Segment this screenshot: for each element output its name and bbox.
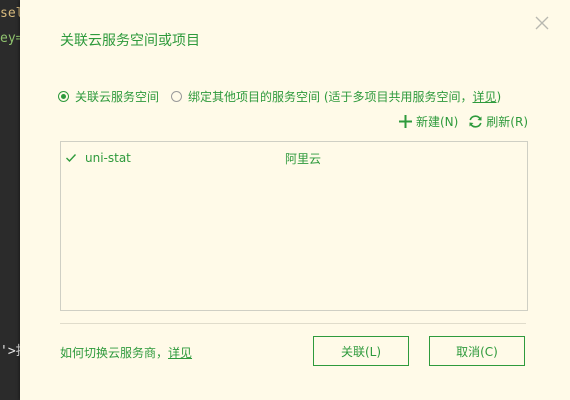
help-text-label: 如何切换云服务商， — [60, 346, 169, 360]
radio-label-suffix: ) — [496, 90, 502, 104]
code-line: sel — [0, 6, 20, 21]
radio-label: 绑定其他项目的服务空间 (适于多项目共用服务空间，详见) — [188, 88, 501, 105]
code-line: ey= — [0, 31, 20, 46]
divider — [60, 323, 526, 324]
help-text: 如何切换云服务商，详见 — [60, 344, 192, 361]
radio-option-bind-other-project[interactable]: 绑定其他项目的服务空间 (适于多项目共用服务空间，详见) — [171, 88, 501, 105]
dialog-title: 关联云服务空间或项目 — [60, 33, 200, 49]
new-button[interactable]: 新建(N) — [398, 113, 458, 130]
space-type-radio-group: 关联云服务空间 绑定其他项目的服务空间 (适于多项目共用服务空间，详见) — [58, 88, 501, 105]
new-button-label: 新建(N) — [415, 115, 459, 129]
refresh-button[interactable]: 刷新(R) — [468, 113, 528, 130]
list-toolbar: 新建(N) 刷新(R) — [398, 113, 528, 130]
check-icon — [65, 152, 77, 167]
cancel-button[interactable]: 取消(C) — [429, 336, 525, 366]
radio-button[interactable] — [171, 91, 183, 102]
refresh-button-label: 刷新(R) — [486, 115, 528, 129]
space-provider: 阿里云 — [285, 151, 322, 166]
refresh-icon — [468, 114, 483, 129]
space-name: uni-stat — [85, 151, 131, 165]
details-link[interactable]: 详见 — [473, 90, 497, 104]
close-button[interactable] — [533, 14, 551, 32]
space-list: uni-stat 阿里云 — [60, 141, 528, 311]
radio-option-associate-space[interactable]: 关联云服务空间 — [58, 88, 171, 105]
list-item[interactable]: uni-stat 阿里云 — [61, 148, 527, 168]
radio-button-checked[interactable] — [58, 91, 69, 102]
code-line: '>扫 — [0, 344, 20, 359]
associate-button[interactable]: 关联(L) — [313, 336, 409, 366]
editor-background: sel ey= '>扫 — [0, 0, 20, 400]
associate-space-dialog: 关联云服务空间或项目 关联云服务空间 绑定其他项目的服务空间 (适于多项目共用服… — [20, 0, 570, 400]
radio-label: 关联云服务空间 — [75, 90, 160, 104]
close-icon — [535, 16, 549, 30]
help-details-link[interactable]: 详见 — [168, 346, 192, 360]
radio-label-prefix: 绑定其他项目的服务空间 (适于多项目共用服务空间， — [188, 90, 473, 104]
plus-icon — [398, 114, 413, 129]
